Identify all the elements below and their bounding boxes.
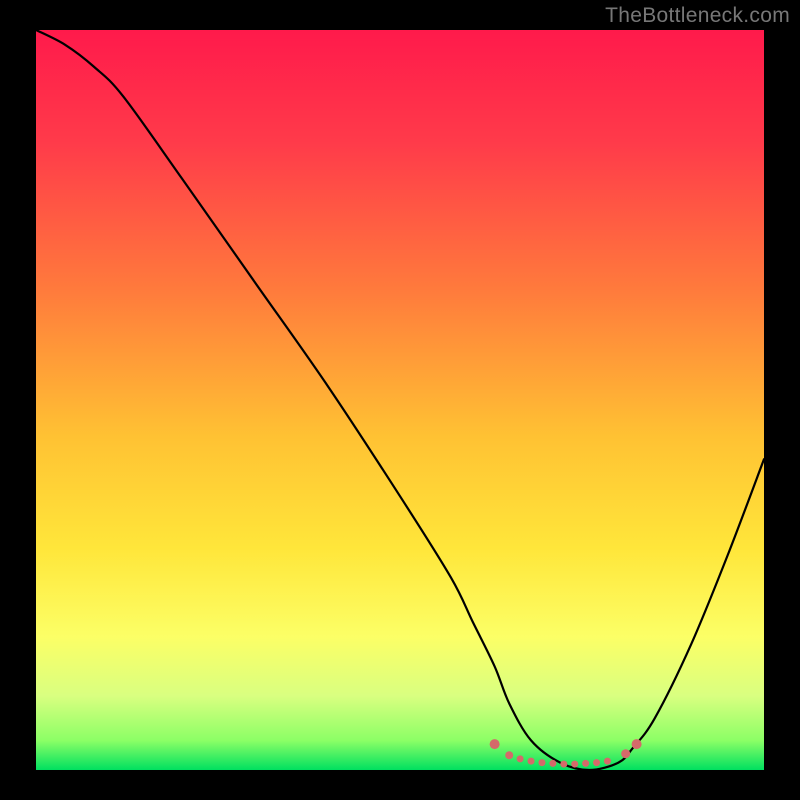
marker-dot [549,760,556,767]
marker-dot [604,758,611,765]
marker-dot [582,760,589,767]
marker-dot [505,751,513,759]
marker-dot [528,758,535,765]
marker-dot [538,759,545,766]
chart-stage: TheBottleneck.com [0,0,800,800]
marker-dot [621,749,630,758]
bottleneck-chart [0,0,800,800]
marker-dot [593,759,600,766]
marker-dot [560,761,567,768]
marker-dot [490,739,500,749]
marker-dot [571,761,578,768]
marker-dot [632,739,642,749]
chart-background [36,30,764,770]
marker-dot [517,755,524,762]
watermark-text: TheBottleneck.com [605,4,790,28]
